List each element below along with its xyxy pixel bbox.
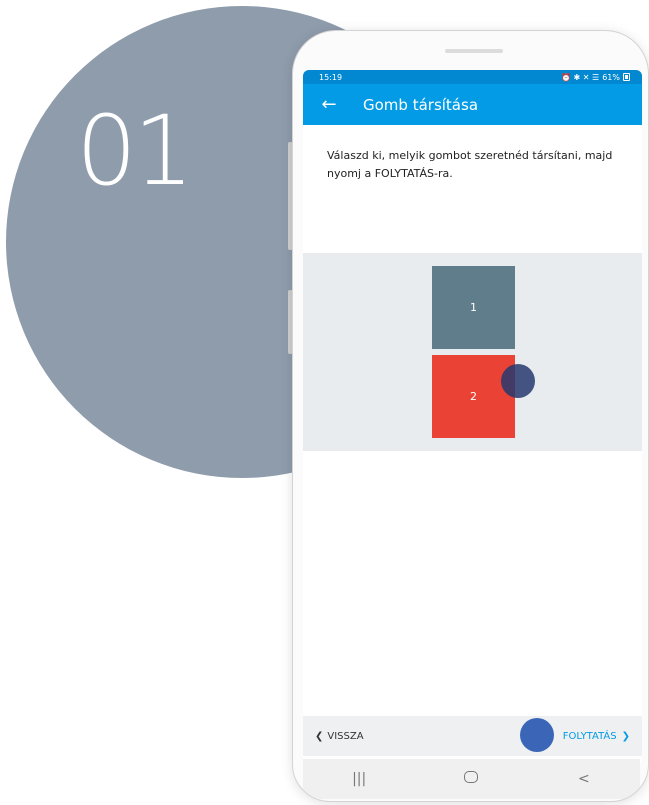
instruction-text: Válaszd ki, melyik gombot szeretnéd társ…: [327, 149, 613, 180]
status-icons: ⏰ ✱ ✕ ☰ 61%: [561, 73, 630, 82]
back-button-label: VISSZA: [327, 730, 364, 742]
tap-indicator-continue: [520, 718, 554, 752]
button-selector-area: 1 2: [303, 253, 642, 451]
button-option-1-label: 1: [470, 301, 477, 314]
nav-back-icon[interactable]: <: [564, 771, 604, 787]
continue-button[interactable]: FOLYTATÁS ❯: [563, 731, 642, 742]
battery-icon: [623, 73, 630, 81]
bottom-action-bar: ❮ VISSZA FOLYTATÁS ❯: [303, 716, 642, 756]
button-option-1[interactable]: 1: [432, 266, 515, 349]
phone-screen: 15:19 ⏰ ✱ ✕ ☰ 61% ← Gomb társítása Válas…: [303, 70, 642, 763]
button-option-2-label: 2: [470, 390, 477, 403]
chevron-left-icon: ❮: [315, 730, 324, 742]
chevron-right-icon: ❯: [621, 730, 630, 742]
phone-frame: 15:19 ⏰ ✱ ✕ ☰ 61% ← Gomb társítása Válas…: [292, 30, 649, 802]
android-nav-bar: ||| <: [303, 759, 640, 799]
arrow-left-icon[interactable]: ←: [303, 94, 353, 115]
status-bar: 15:19 ⏰ ✱ ✕ ☰ 61%: [303, 70, 642, 84]
status-time: 15:19: [319, 72, 343, 82]
continue-button-label: FOLYTATÁS: [562, 730, 617, 742]
battery-percent: 61%: [602, 72, 620, 82]
page-title: Gomb társítása: [363, 95, 479, 114]
recents-icon[interactable]: |||: [339, 771, 379, 787]
step-number: 01: [76, 95, 194, 207]
app-bar: ← Gomb társítása: [303, 84, 642, 125]
button-option-2[interactable]: 2: [432, 355, 515, 438]
back-button[interactable]: ❮ VISSZA: [303, 731, 364, 742]
phone-speaker: [445, 49, 503, 53]
home-icon[interactable]: [451, 771, 491, 787]
tap-indicator: [501, 364, 535, 398]
status-system-icons: ⏰ ✱ ✕ ☰: [561, 72, 600, 82]
